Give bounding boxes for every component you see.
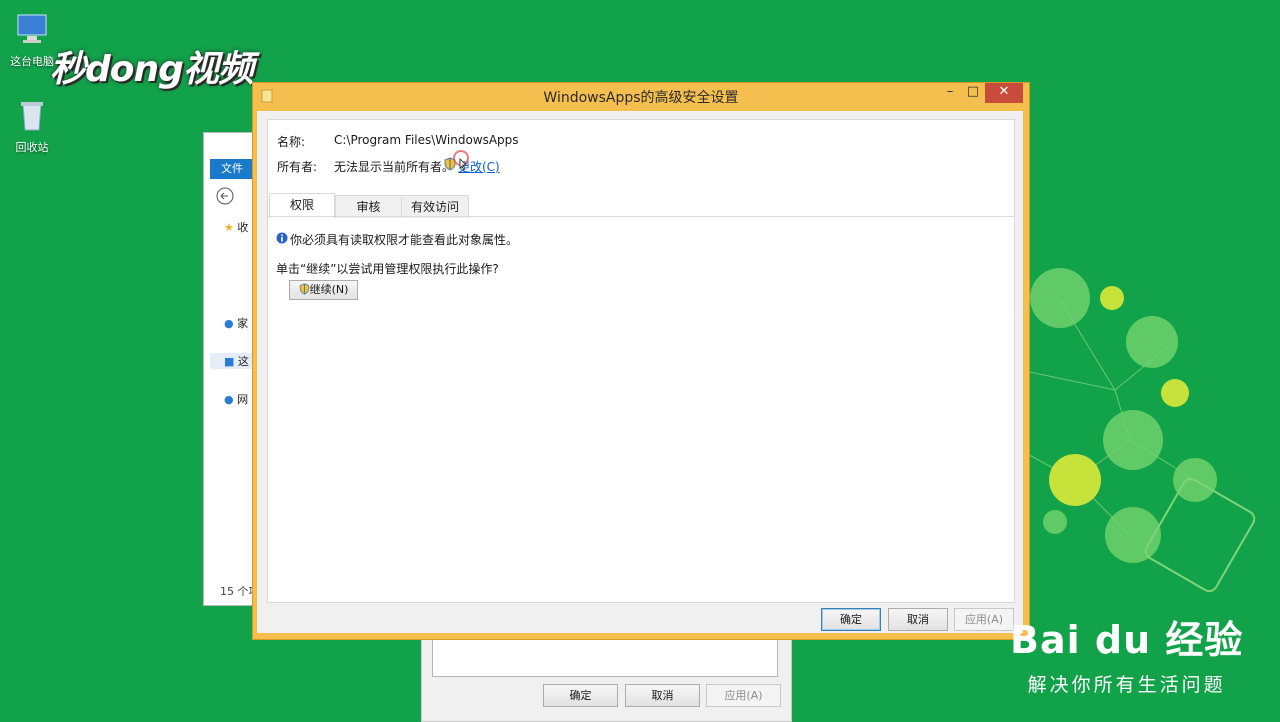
baidu-slogan: 解决你所有生活问题	[1027, 674, 1226, 696]
back-arrow-icon[interactable]	[216, 187, 234, 205]
tab-permissions[interactable]: 权限	[269, 193, 335, 218]
minimize-button[interactable]: –	[939, 83, 961, 103]
cancel-button[interactable]: 取消	[625, 684, 700, 707]
continue-button[interactable]: 继续(N)	[289, 280, 358, 300]
owner-label: 所有者:	[277, 160, 318, 174]
info-icon	[276, 232, 288, 244]
title-bar[interactable]: WindowsApps的高级安全设置 – □ ✕	[253, 83, 1029, 109]
close-button[interactable]: ✕	[985, 83, 1023, 103]
nav-item-homegroup[interactable]: ● 家	[224, 315, 248, 331]
ok-button[interactable]: 确定	[543, 684, 618, 707]
baidu-jingyan-watermark: Bai du 经验 解决你所有生活问题	[1010, 620, 1243, 697]
info-message: 你必须具有读取权限才能查看此对象属性。	[290, 233, 519, 247]
window-title: WindowsApps的高级安全设置	[543, 90, 739, 106]
apply-button[interactable]: 应用(A)	[706, 684, 781, 707]
nav-item-favorites[interactable]: ★ 收	[224, 219, 248, 235]
maximize-button[interactable]: □	[962, 83, 984, 103]
desktop-icon-recycle-bin[interactable]: 回收站	[0, 98, 64, 155]
content-panel: 名称: C:\Program Files\WindowsApps 所有者: 无法…	[267, 119, 1015, 603]
file-tab[interactable]: 文件	[210, 159, 254, 179]
desktop-icon-label: 回收站	[15, 141, 49, 154]
click-indicator-icon	[453, 150, 469, 171]
apply-button[interactable]: 应用(A)	[954, 608, 1014, 631]
recycle-bin-icon	[21, 102, 43, 131]
cancel-button[interactable]: 取消	[888, 608, 948, 631]
owner-value: 无法显示当前所有者。	[334, 160, 455, 174]
tab-auditing[interactable]: 审核	[335, 195, 402, 218]
nav-item-network[interactable]: ● 网	[224, 391, 248, 407]
ok-button[interactable]: 确定	[821, 608, 881, 631]
dialog-client-area: 名称: C:\Program Files\WindowsApps 所有者: 无法…	[257, 111, 1023, 633]
tab-effective-access[interactable]: 有效访问	[401, 195, 469, 218]
advanced-security-dialog[interactable]: WindowsApps的高级安全设置 – □ ✕ 名称: C:\Program …	[252, 82, 1030, 640]
continue-prompt: 单击“继续”以尝试用管理权限执行此操作?	[276, 262, 499, 276]
video-watermark-logo: 秒dong视频	[50, 49, 254, 90]
name-label: 名称:	[277, 135, 306, 149]
tab-content: 你必须具有读取权限才能查看此对象属性。 单击“继续”以尝试用管理权限执行此操作?…	[268, 216, 1014, 603]
baidu-brand: Bai du 经验	[1010, 618, 1244, 662]
name-value: C:\Program Files\WindowsApps	[334, 133, 519, 147]
computer-icon	[17, 14, 47, 43]
background-graphic	[1020, 268, 1256, 593]
uac-shield-icon	[299, 283, 309, 295]
